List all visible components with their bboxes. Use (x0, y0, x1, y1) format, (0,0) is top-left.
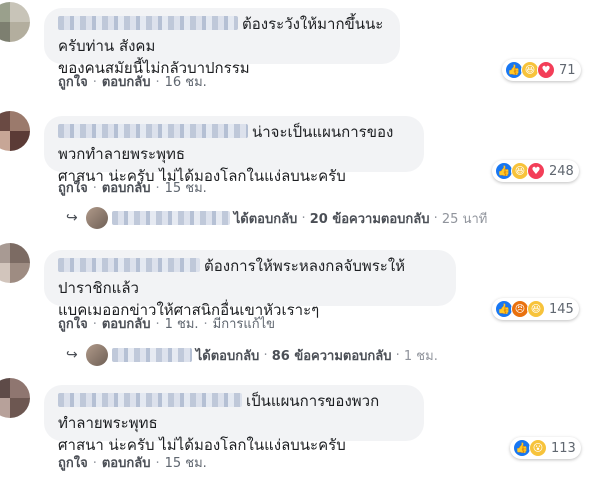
reply-link[interactable]: ตอบกลับ (102, 181, 151, 196)
commenter-name-blurred[interactable] (58, 393, 242, 407)
avatar (85, 207, 108, 229)
comment-actions: ถูกใจ · ตอบกลับ · 1 ชม. · มีการแก้ไข (58, 317, 276, 332)
like-link[interactable]: ถูกใจ (58, 181, 88, 196)
comment-bubble: เป็นแผนการของพวกทำลายพระพุทธ ศาสนา น่ะคร… (44, 385, 424, 454)
wow-icon: 😮 (529, 439, 547, 457)
avatar[interactable] (0, 111, 30, 151)
commenter-name-blurred[interactable] (58, 124, 248, 138)
comment-actions: ถูกใจ · ตอบกลับ · 15 ชม. (58, 181, 207, 196)
like-link[interactable]: ถูกใจ (58, 456, 88, 471)
like-link[interactable]: ถูกใจ (58, 75, 88, 90)
commenter-name-blurred[interactable] (58, 258, 200, 272)
reply-link[interactable]: ตอบกลับ (102, 317, 151, 332)
comment-actions: ถูกใจ · ตอบกลับ · 15 ชม. (58, 456, 207, 471)
reaction-summary[interactable]: 👍 😠 😆 145 (492, 298, 579, 320)
replied-label: ได้ตอบกลับ (195, 348, 260, 364)
replier-name-blurred (111, 211, 230, 225)
edited-label[interactable]: มีการแก้ไข (213, 317, 275, 332)
reply-count: 86 ข้อความตอบกลับ (271, 348, 392, 364)
reply-arrow-icon: ↪ (66, 347, 78, 363)
reply-time: 25 นาที (441, 211, 488, 227)
timestamp[interactable]: 16 ชม. (165, 75, 207, 90)
comment-bubble: น่าจะเป็นแผนการของพวกทำลายพระพุทธ ศาสนา … (44, 116, 424, 185)
timestamp[interactable]: 15 ชม. (165, 456, 207, 471)
timestamp[interactable]: 1 ชม. (165, 317, 199, 332)
reaction-count: 145 (549, 301, 574, 317)
avatar[interactable] (0, 378, 30, 418)
reaction-count: 248 (549, 163, 574, 179)
love-icon: ♥ (537, 61, 555, 79)
haha-icon: 😆 (527, 300, 545, 318)
reply-time: 1 ชม. (403, 348, 438, 364)
avatar[interactable] (0, 2, 30, 42)
reaction-count: 113 (551, 440, 576, 456)
view-replies[interactable]: ↪ ได้ตอบกลับ · 86 ข้อความตอบกลับ · 1 ชม. (66, 344, 438, 366)
comment-actions: ถูกใจ · ตอบกลับ · 16 ชม. (58, 75, 207, 90)
commenter-name-blurred[interactable] (58, 16, 238, 30)
avatar (85, 344, 108, 366)
comment-bubble: ต้องระวังให้มากขึ้นนะครับท่าน สังคม ของค… (44, 8, 400, 77)
reply-count: 20 ข้อความตอบกลับ (309, 211, 430, 227)
reaction-summary[interactable]: 👍 😆 ♥ 71 (502, 59, 581, 81)
reply-arrow-icon: ↪ (66, 210, 78, 226)
avatar[interactable] (0, 243, 30, 283)
love-icon: ♥ (527, 162, 545, 180)
view-replies[interactable]: ↪ ได้ตอบกลับ · 20 ข้อความตอบกลับ · 25 นา… (66, 207, 487, 229)
like-link[interactable]: ถูกใจ (58, 317, 88, 332)
reaction-summary[interactable]: 👍 😮 113 (510, 437, 581, 459)
replier-name-blurred (111, 348, 192, 362)
reaction-summary[interactable]: 👍 😆 ♥ 248 (492, 160, 579, 182)
replied-label: ได้ตอบกลับ (233, 211, 298, 227)
reply-link[interactable]: ตอบกลับ (102, 456, 151, 471)
reaction-count: 71 (559, 62, 576, 78)
timestamp[interactable]: 15 ชม. (165, 181, 207, 196)
comment-bubble: ต้องการให้พระหลงกลจับพระให้ปาราชิกแล้ว แ… (44, 250, 456, 319)
reply-link[interactable]: ตอบกลับ (102, 75, 151, 90)
